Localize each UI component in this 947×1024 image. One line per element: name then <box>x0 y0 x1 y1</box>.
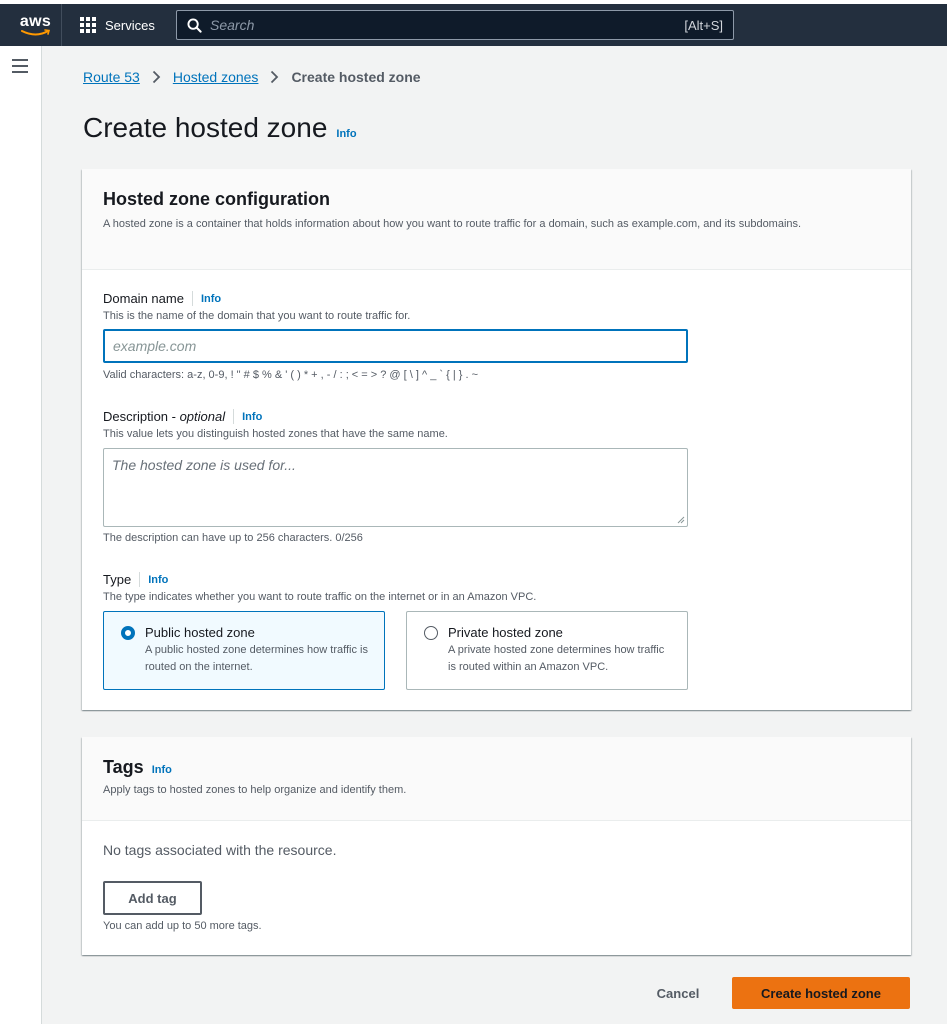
type-field: Type Info The type indicates whether you… <box>103 572 536 603</box>
description-hint: The description can have up to 256 chara… <box>103 532 363 544</box>
domain-name-hint: Valid characters: a-z, 0-9, ! " # $ % & … <box>103 369 478 381</box>
configuration-header: Hosted zone configuration A hosted zone … <box>82 169 911 270</box>
create-hosted-zone-button[interactable]: Create hosted zone <box>732 977 910 1009</box>
private-hosted-zone-title: Private hosted zone <box>448 625 563 640</box>
services-label: Services <box>105 17 155 33</box>
tags-title-row: Tags Info <box>103 757 890 778</box>
chevron-right-icon <box>270 70 279 84</box>
configuration-description: A hosted zone is a container that holds … <box>103 218 802 230</box>
side-navigation-collapsed <box>0 46 42 1024</box>
description-info-link[interactable]: Info <box>242 411 262 423</box>
description-textarea[interactable] <box>103 448 688 527</box>
type-info-link[interactable]: Info <box>148 574 168 586</box>
grid-icon <box>80 17 96 33</box>
domain-name-input[interactable] <box>103 329 688 363</box>
breadcrumb-hosted-zones-link[interactable]: Hosted zones <box>173 69 259 85</box>
search-shortcut: [Alt+S] <box>684 17 723 33</box>
tags-panel: Tags Info Apply tags to hosted zones to … <box>82 737 911 955</box>
hosted-zone-configuration-panel: Hosted zone configuration A hosted zone … <box>82 169 911 710</box>
breadcrumb-current: Create hosted zone <box>291 69 421 85</box>
configuration-title: Hosted zone configuration <box>103 189 330 209</box>
search-icon <box>187 17 202 33</box>
tags-hint: You can add up to 50 more tags. <box>103 920 262 932</box>
label-divider <box>139 572 141 587</box>
services-menu-button[interactable]: Services <box>80 17 155 33</box>
description-field: Description - optional Info This value l… <box>103 409 448 440</box>
chevron-right-icon <box>152 70 161 84</box>
hamburger-menu-icon[interactable] <box>12 59 28 73</box>
public-hosted-zone-title: Public hosted zone <box>145 625 255 640</box>
search-input[interactable] <box>210 17 685 33</box>
private-hosted-zone-tile[interactable]: Private hosted zone A private hosted zon… <box>406 611 688 690</box>
public-hosted-zone-radio-row: Public hosted zone <box>121 625 370 640</box>
tags-title: Tags <box>103 757 144 777</box>
aws-logo[interactable]: aws <box>10 4 62 46</box>
page-header: Create hosted zone Info <box>83 112 357 144</box>
public-hosted-zone-description: A public hosted zone determines how traf… <box>145 644 368 673</box>
label-divider <box>233 409 235 424</box>
top-navigation: aws Services [Alt+S] <box>0 0 947 46</box>
type-label: Type <box>103 572 132 587</box>
domain-name-description: This is the name of the domain that you … <box>103 310 411 322</box>
domain-name-info-link[interactable]: Info <box>201 293 221 305</box>
private-hosted-zone-radio-row: Private hosted zone <box>424 625 673 640</box>
description-field-description: This value lets you distinguish hosted z… <box>103 428 448 440</box>
no-tags-message: No tags associated with the resource. <box>103 842 337 858</box>
breadcrumb-route53-link[interactable]: Route 53 <box>83 69 140 85</box>
tags-description: Apply tags to hosted zones to help organ… <box>103 784 407 796</box>
tags-header: Tags Info Apply tags to hosted zones to … <box>82 737 911 821</box>
description-label: Description - optional <box>103 409 226 424</box>
tags-info-link[interactable]: Info <box>152 764 172 776</box>
global-search[interactable]: [Alt+S] <box>176 10 734 40</box>
page-info-link[interactable]: Info <box>336 128 356 140</box>
public-hosted-zone-radio[interactable] <box>121 625 135 640</box>
private-hosted-zone-radio[interactable] <box>424 625 438 640</box>
add-tag-button[interactable]: Add tag <box>103 881 202 915</box>
description-label-row: Description - optional Info <box>103 409 448 424</box>
breadcrumb: Route 53 Hosted zones Create hosted zone <box>83 69 421 85</box>
type-label-row: Type Info <box>103 572 536 587</box>
domain-name-label-row: Domain name Info <box>103 291 410 306</box>
cancel-button[interactable]: Cancel <box>637 977 719 1009</box>
public-hosted-zone-tile[interactable]: Public hosted zone A public hosted zone … <box>103 611 385 690</box>
aws-smile-icon <box>20 28 50 35</box>
label-divider <box>191 291 193 306</box>
private-hosted-zone-description: A private hosted zone determines how tra… <box>448 644 665 673</box>
domain-name-label: Domain name <box>103 291 184 306</box>
page-title: Create hosted zone <box>83 112 328 143</box>
domain-name-field: Domain name Info This is the name of the… <box>103 291 410 322</box>
type-description: The type indicates whether you want to r… <box>103 591 537 603</box>
aws-logo-text: aws <box>19 12 52 30</box>
